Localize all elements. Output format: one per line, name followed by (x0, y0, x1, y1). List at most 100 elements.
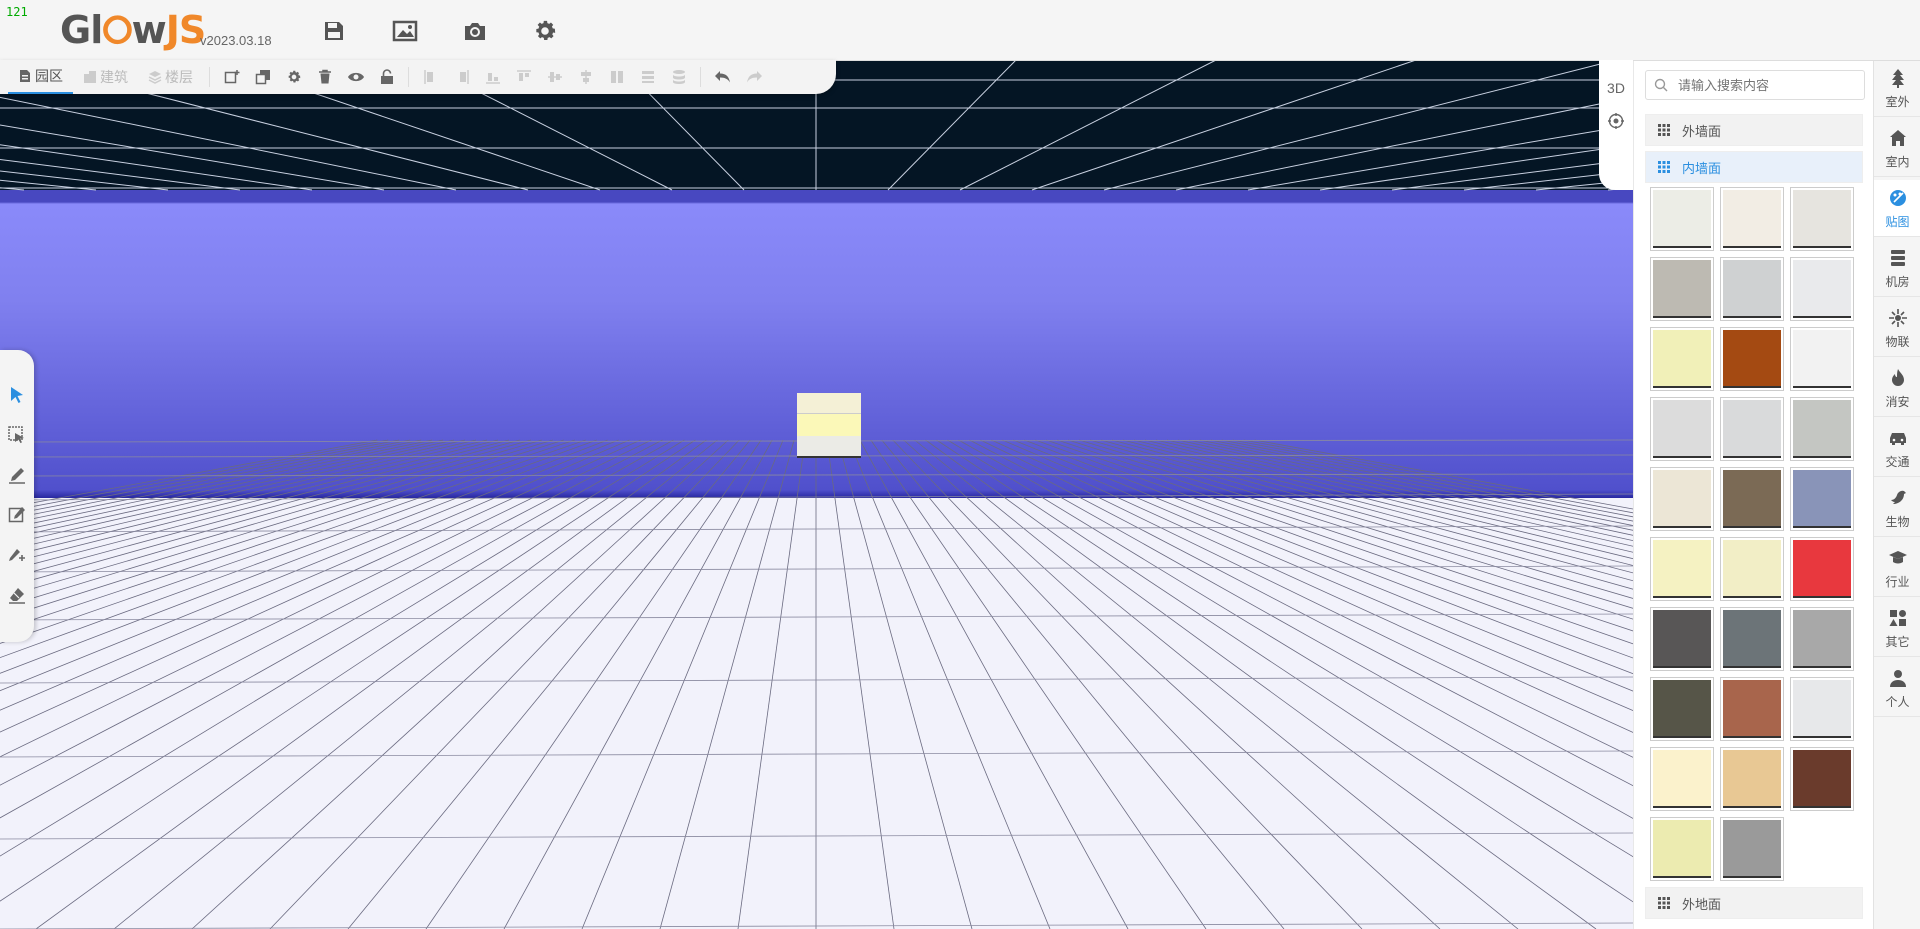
texture-thumb[interactable] (1650, 607, 1714, 671)
texture-thumb[interactable] (1720, 677, 1784, 741)
eye-icon (347, 72, 364, 82)
texture-thumb[interactable] (1650, 817, 1714, 881)
box-select-tool[interactable] (4, 422, 30, 448)
screenshot-button[interactable] (459, 15, 491, 47)
settings-button[interactable] (529, 15, 561, 47)
texture-thumb[interactable] (1720, 537, 1784, 601)
search-input[interactable] (1676, 76, 1850, 94)
nav-item-8[interactable]: 行业 (1874, 540, 1920, 597)
undo-icon (714, 71, 730, 83)
category-exterior-wall[interactable]: 外墙面 (1645, 114, 1863, 146)
texture-thumb[interactable] (1650, 397, 1714, 461)
texture-thumb[interactable] (1720, 607, 1784, 671)
texture-thumb[interactable] (1650, 467, 1714, 531)
texture-grid (1650, 187, 1862, 881)
palette-icon (1888, 188, 1908, 211)
nav-item-label: 消安 (1885, 395, 1910, 409)
delete-button[interactable] (309, 63, 340, 91)
nav-item-4[interactable]: 物联 (1874, 300, 1920, 357)
texture-thumb[interactable] (1650, 537, 1714, 601)
nav-item-7[interactable]: 生物 (1874, 480, 1920, 537)
image-button[interactable] (389, 15, 421, 47)
category-exterior-floor[interactable]: 外地面 (1645, 887, 1863, 919)
nav-item-9[interactable]: 其它 (1874, 600, 1920, 657)
texture-thumb[interactable] (1790, 397, 1854, 461)
object-settings-button[interactable] (278, 63, 309, 91)
texture-thumb[interactable] (1720, 327, 1784, 391)
undo-button[interactable] (707, 63, 738, 91)
tab-building[interactable]: 建筑 (73, 61, 138, 93)
scene-object[interactable] (797, 393, 861, 458)
texture-thumb[interactable] (1720, 467, 1784, 531)
texture-thumb[interactable] (1790, 187, 1854, 251)
pointer-icon (11, 387, 23, 403)
columns-icon (610, 71, 623, 83)
distribute-v-button[interactable] (632, 63, 663, 91)
nav-item-3[interactable]: 机房 (1874, 240, 1920, 297)
draw-line-tool[interactable] (4, 462, 30, 488)
texture-thumb[interactable] (1790, 607, 1854, 671)
shapes-icon (1888, 608, 1908, 631)
nav-item-5[interactable]: 消安 (1874, 360, 1920, 417)
copy-button[interactable] (247, 63, 278, 91)
align-right-button[interactable] (446, 63, 477, 91)
pen-add-icon (9, 549, 25, 561)
texture-thumb[interactable] (1650, 187, 1714, 251)
tab-building-label: 建筑 (100, 69, 128, 85)
align-center-h-button[interactable] (539, 63, 570, 91)
align-top-button[interactable] (508, 63, 539, 91)
tab-floor[interactable]: 楼层 (138, 61, 203, 93)
stack-button[interactable] (663, 63, 694, 91)
texture-thumb[interactable] (1650, 257, 1714, 321)
align-left-button[interactable] (415, 63, 446, 91)
nav-item-1[interactable]: 室内 (1874, 120, 1920, 177)
scene-viewport[interactable] (0, 60, 1633, 929)
texture-thumb[interactable] (1650, 747, 1714, 811)
nav-item-0[interactable]: 室外 (1874, 60, 1920, 117)
align-center-v-button[interactable] (570, 63, 601, 91)
add-point-tool[interactable] (4, 542, 30, 568)
view-mode-toggle[interactable]: 3D (1599, 80, 1633, 96)
texture-thumb[interactable] (1720, 747, 1784, 811)
eraser-tool[interactable] (4, 582, 30, 608)
save-button[interactable] (318, 15, 350, 47)
draw-area-tool[interactable] (4, 502, 30, 528)
distribute-h-button[interactable] (601, 63, 632, 91)
resource-panel: 外墙面 内墙面 外地面 (1633, 60, 1874, 929)
nav-item-10[interactable]: 个人 (1874, 660, 1920, 717)
texture-thumb[interactable] (1720, 257, 1784, 321)
texture-thumb[interactable] (1790, 467, 1854, 531)
texture-thumb[interactable] (1790, 677, 1854, 741)
texture-thumb[interactable] (1650, 677, 1714, 741)
texture-thumb[interactable] (1720, 397, 1784, 461)
redo-button[interactable] (738, 63, 769, 91)
texture-thumb[interactable] (1790, 537, 1854, 601)
nav-item-2[interactable]: 贴图 (1874, 180, 1920, 237)
visibility-button[interactable] (340, 63, 371, 91)
toolbar-divider (700, 67, 701, 87)
new-button[interactable] (216, 63, 247, 91)
select-tool[interactable] (4, 382, 30, 408)
top-bar: Gl⭘wJS v2023.03.18 (0, 0, 1920, 61)
category-label: 外地面 (1682, 896, 1722, 912)
tab-park[interactable]: 园区 (8, 60, 73, 94)
align-bottom-button[interactable] (477, 63, 508, 91)
texture-thumb[interactable] (1790, 257, 1854, 321)
add-box-icon (224, 70, 239, 84)
layers-icon (148, 71, 162, 84)
texture-thumb[interactable] (1790, 327, 1854, 391)
nav-item-label: 室内 (1885, 155, 1910, 169)
reset-view-button[interactable] (1608, 113, 1624, 129)
document-icon (20, 70, 30, 82)
texture-thumb[interactable] (1720, 187, 1784, 251)
nav-item-6[interactable]: 交通 (1874, 420, 1920, 477)
tab-floor-label: 楼层 (165, 69, 193, 85)
iot-icon (1888, 308, 1908, 331)
nav-item-label: 其它 (1885, 635, 1910, 649)
lock-button[interactable] (371, 63, 402, 91)
texture-thumb[interactable] (1790, 747, 1854, 811)
save-icon (325, 22, 343, 40)
category-interior-wall[interactable]: 内墙面 (1645, 151, 1863, 183)
texture-thumb[interactable] (1720, 817, 1784, 881)
texture-thumb[interactable] (1650, 327, 1714, 391)
